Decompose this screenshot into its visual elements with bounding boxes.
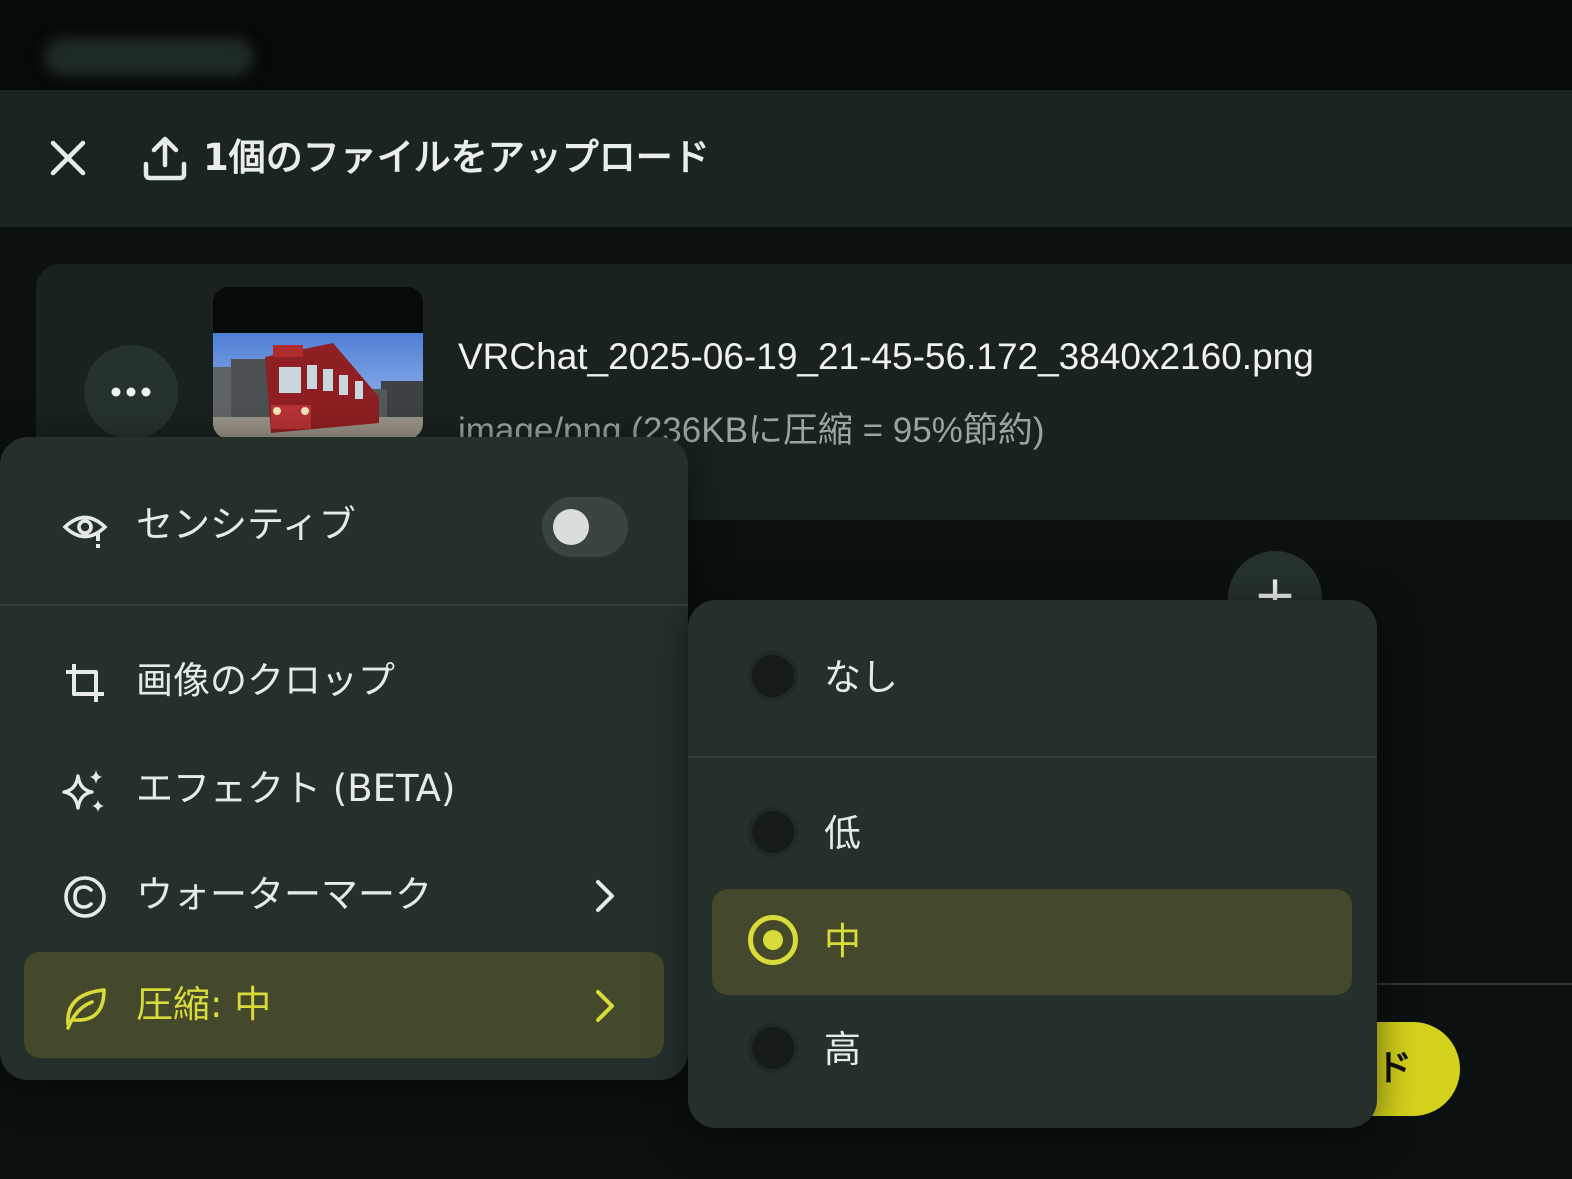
radio-button: [748, 807, 798, 857]
compression-option-high[interactable]: 高: [712, 997, 1352, 1103]
radio-button: [748, 651, 798, 701]
option-label: 中: [824, 920, 861, 963]
file-name: VRChat_2025-06-19_21-45-56.172_3840x2160…: [458, 336, 1314, 377]
blurred-title: [44, 38, 254, 76]
submenu-divider: [688, 756, 1377, 758]
sparkles-icon: [62, 770, 104, 812]
upload-icon: [143, 136, 187, 181]
compression-option-medium[interactable]: 中: [712, 889, 1352, 995]
chevron-right-icon: [596, 990, 614, 1022]
menu-item-label: ウォーターマーク: [136, 873, 432, 916]
more-horizontal-icon: [111, 387, 151, 397]
divider: [1376, 983, 1572, 985]
menu-item-label: エフェクト (BETA): [136, 767, 456, 810]
menu-item-crop[interactable]: 画像のクロップ: [24, 628, 664, 734]
option-label: 低: [824, 812, 861, 855]
menu-item-label: センシティブ: [136, 503, 356, 546]
option-label: なし: [824, 656, 898, 699]
menu-item-compression[interactable]: 圧縮: 中: [24, 952, 664, 1058]
menu-divider: [0, 604, 688, 606]
close-button[interactable]: [44, 134, 92, 182]
leaf-icon: [66, 988, 106, 1030]
radio-button-selected: [748, 915, 798, 965]
file-thumbnail: [213, 287, 423, 439]
menu-item-label: 画像のクロップ: [136, 659, 395, 702]
radio-button: [748, 1023, 798, 1073]
compression-option-none[interactable]: なし: [712, 625, 1352, 731]
menu-item-watermark[interactable]: ウォーターマーク: [24, 842, 664, 948]
compression-submenu: なし 低 中 高: [688, 600, 1377, 1128]
sensitive-toggle[interactable]: [542, 497, 628, 557]
option-label: 高: [824, 1028, 861, 1071]
tram-screenshot-image: [213, 287, 423, 439]
menu-item-label: 圧縮: 中: [136, 983, 272, 1026]
top-bar: [0, 0, 1572, 90]
crop-icon: [66, 664, 104, 702]
compression-option-low[interactable]: 低: [712, 781, 1352, 887]
more-options-button[interactable]: [84, 345, 178, 439]
dialog-title: 1個のファイルをアップロード: [203, 136, 710, 179]
menu-item-effects[interactable]: エフェクト (BETA): [24, 736, 664, 842]
copyright-icon: [64, 876, 106, 918]
chevron-right-icon: [596, 880, 614, 912]
toggle-knob: [553, 509, 589, 545]
eye-alert-icon: [62, 515, 108, 548]
close-icon: [50, 140, 86, 176]
